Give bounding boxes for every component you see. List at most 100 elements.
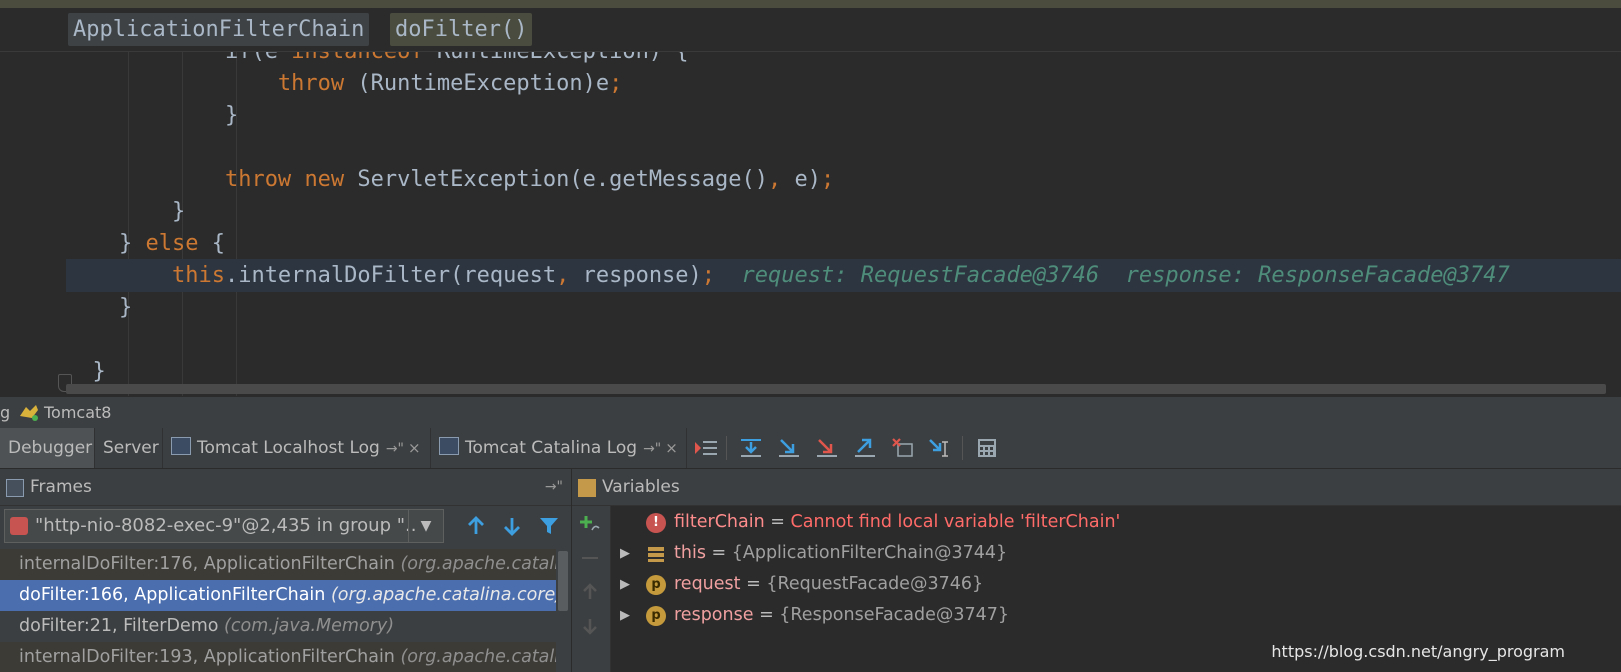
code-line[interactable]: throw (RuntimeException)e; bbox=[66, 67, 622, 100]
tab-tomcat-catalina-log[interactable]: Tomcat Catalina Log →" × bbox=[431, 428, 687, 468]
frame-row[interactable]: internalDoFilter:193, ApplicationFilterC… bbox=[0, 642, 571, 672]
variable-equals: = bbox=[740, 574, 767, 594]
move-down-icon[interactable] bbox=[579, 616, 601, 636]
breadcrumb-method[interactable]: doFilter() bbox=[390, 13, 533, 46]
code-line[interactable]: } else { bbox=[66, 227, 225, 260]
thread-selector[interactable]: "http-nio-8082-exec-9"@2,435 in group ".… bbox=[4, 509, 444, 543]
frames-header: Frames →" bbox=[0, 469, 571, 506]
tab-server-label: Server bbox=[103, 438, 159, 458]
watermark: https://blog.csdn.net/angry_program bbox=[1271, 642, 1565, 661]
code-token: ServletException(e.getMessage() bbox=[344, 167, 769, 192]
drop-frame-icon[interactable] bbox=[890, 436, 916, 460]
run-bar-prefix: g bbox=[0, 403, 11, 422]
code-token: } bbox=[92, 359, 106, 384]
variable-name: request bbox=[674, 574, 741, 594]
breadcrumb: ApplicationFilterChain doFilter() bbox=[0, 8, 1621, 52]
close-icon[interactable]: × bbox=[408, 439, 421, 457]
code-line-current[interactable]: this.internalDoFilter(request, response)… bbox=[66, 259, 1621, 292]
frame-row[interactable]: doFilter:21, FilterDemo (com.java.Memory… bbox=[0, 611, 571, 642]
parameter-icon: p bbox=[646, 606, 666, 626]
step-out-icon[interactable] bbox=[852, 436, 878, 460]
code-line[interactable]: } bbox=[66, 195, 185, 228]
code-token: } bbox=[171, 199, 186, 224]
frames-scrollbar-thumb[interactable] bbox=[558, 551, 568, 611]
frame-package: (org.apache.catalina.core) bbox=[330, 585, 563, 605]
arrow-down-icon[interactable] bbox=[500, 514, 524, 538]
variable-text: request = {RequestFacade@3746} bbox=[674, 569, 983, 600]
editor-horizontal-scrollbar[interactable] bbox=[66, 384, 1606, 394]
chevron-down-icon[interactable]: ▼ bbox=[408, 510, 443, 542]
tab-debugger[interactable]: Debugger bbox=[0, 428, 95, 468]
code-line[interactable]: } bbox=[66, 291, 132, 324]
variable-text: filterChain = Cannot find local variable… bbox=[674, 507, 1120, 538]
expand-arrow-icon[interactable]: ▶ bbox=[620, 600, 630, 631]
show-execution-point-icon[interactable] bbox=[693, 436, 719, 460]
pin-icon[interactable]: →" bbox=[545, 469, 563, 505]
variable-row[interactable]: ▶ p response = {ResponseFacade@3747} bbox=[610, 600, 1610, 631]
pin-icon[interactable]: →" bbox=[386, 441, 404, 457]
code-token: } bbox=[118, 295, 133, 320]
variables-header: Variables bbox=[572, 469, 1621, 506]
step-over-icon[interactable] bbox=[738, 436, 764, 460]
error-icon: ! bbox=[646, 513, 666, 533]
log-icon bbox=[171, 437, 191, 455]
variable-text: this = {ApplicationFilterChain@3744} bbox=[674, 538, 1007, 569]
code-line[interactable]: if(e instanceof RuntimeException) { bbox=[66, 52, 689, 68]
top-strip bbox=[0, 0, 1621, 8]
expand-arrow-icon[interactable]: ▶ bbox=[620, 538, 630, 569]
step-into-icon[interactable] bbox=[776, 436, 802, 460]
variable-equals: = bbox=[705, 543, 732, 563]
force-step-into-icon[interactable] bbox=[814, 436, 840, 460]
remove-watch-icon[interactable] bbox=[579, 548, 601, 568]
variable-row[interactable]: ▶ p request = {RequestFacade@3746} bbox=[610, 569, 1610, 600]
code-token: ; bbox=[609, 71, 623, 96]
toolbar-separator bbox=[962, 436, 963, 460]
frame-method: internalDoFilter:193, ApplicationFilterC… bbox=[19, 647, 401, 667]
frame-row[interactable]: internalDoFilter:176, ApplicationFilterC… bbox=[0, 549, 571, 580]
frame-method: doFilter:166, ApplicationFilterChain bbox=[19, 585, 331, 605]
code-token: , bbox=[556, 263, 570, 288]
new-watch-icon[interactable] bbox=[579, 514, 601, 534]
toolbar-separator bbox=[726, 436, 727, 460]
run-to-cursor-icon[interactable] bbox=[926, 436, 952, 460]
tab-localhost-log-label: Tomcat Localhost Log bbox=[197, 438, 380, 458]
variable-value: {RequestFacade@3746} bbox=[766, 574, 984, 594]
editor-gutter[interactable] bbox=[0, 52, 66, 396]
frames-scrollbar[interactable] bbox=[556, 549, 571, 672]
frame-method: doFilter:21, FilterDemo bbox=[19, 616, 225, 636]
variable-row[interactable]: ! filterChain = Cannot find local variabl… bbox=[610, 507, 1610, 538]
tab-tomcat-localhost-log[interactable]: Tomcat Localhost Log →" × bbox=[163, 428, 431, 468]
tomcat-icon bbox=[20, 405, 38, 421]
frame-row[interactable]: doFilter:166, ApplicationFilterChain (or… bbox=[0, 580, 571, 611]
expand-arrow-icon[interactable]: ▶ bbox=[620, 569, 630, 600]
frame-package: (org.apache.catalina.core) bbox=[400, 647, 571, 667]
run-config-name[interactable]: Tomcat8 bbox=[44, 397, 111, 428]
code-token: , bbox=[768, 167, 782, 192]
code-line[interactable]: } bbox=[66, 99, 238, 132]
arrow-up-icon[interactable] bbox=[464, 514, 488, 538]
evaluate-expression-icon[interactable] bbox=[974, 436, 1000, 460]
tab-server[interactable]: Server bbox=[95, 428, 163, 468]
breadcrumb-class[interactable]: ApplicationFilterChain bbox=[68, 13, 370, 46]
thread-suspended-icon bbox=[10, 517, 28, 535]
code-token: } bbox=[224, 103, 239, 128]
code-token: if(e bbox=[225, 52, 291, 64]
frames-icon bbox=[6, 479, 24, 497]
frame-package: (org.apache.catalina.core) bbox=[400, 554, 571, 574]
filter-icon[interactable] bbox=[537, 514, 561, 538]
pin-icon[interactable]: →" bbox=[643, 441, 661, 457]
code-line[interactable]: throw new ServletException(e.getMessage(… bbox=[66, 163, 834, 196]
variable-row[interactable]: ▶ this = {ApplicationFilterChain@3744} bbox=[610, 538, 1610, 569]
close-icon[interactable]: × bbox=[665, 439, 678, 457]
code-editor[interactable]: if(e instanceof RuntimeException) { thro… bbox=[0, 52, 1621, 396]
move-up-icon[interactable] bbox=[579, 582, 601, 602]
variable-equals: = bbox=[753, 605, 780, 625]
code-token: ; bbox=[821, 167, 835, 192]
